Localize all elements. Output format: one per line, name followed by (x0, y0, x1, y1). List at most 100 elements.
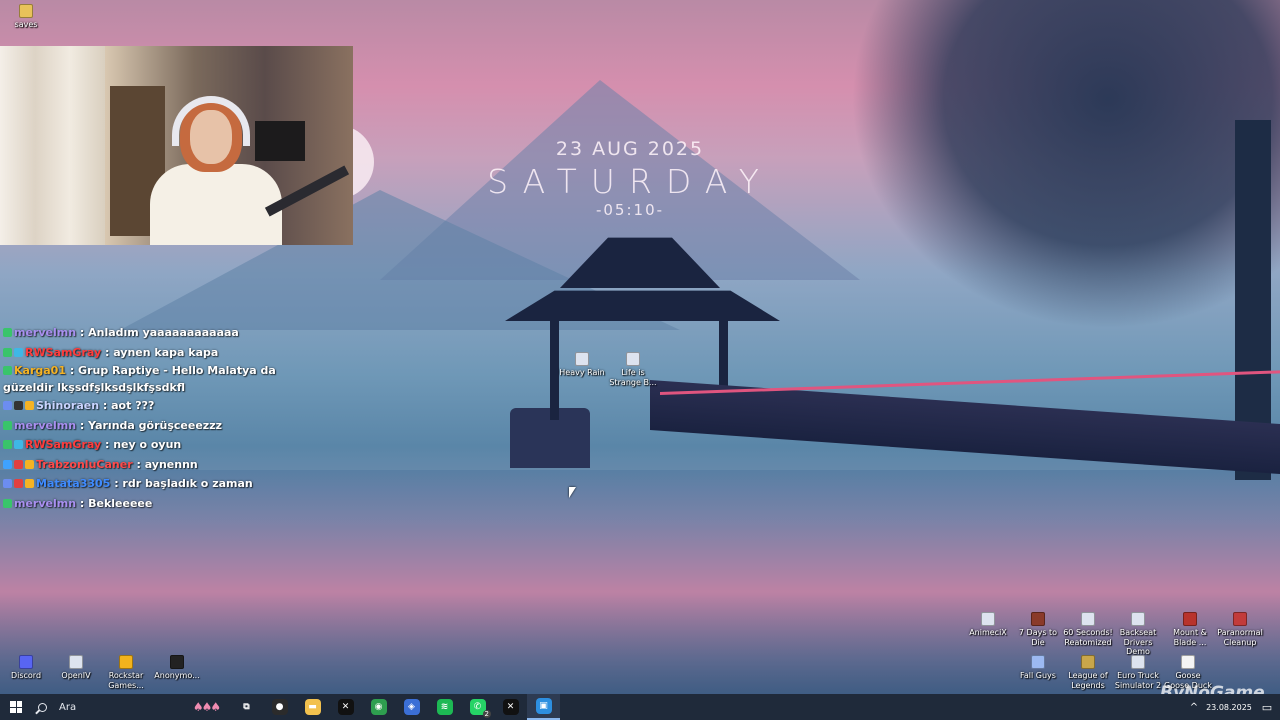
taskbar-date: 23.08.2025 (1206, 702, 1252, 712)
desktop-icon-anonymous[interactable]: Anonymo... (151, 655, 203, 681)
desktop-icon-animecix[interactable]: AnimeciX (962, 612, 1014, 638)
desktop-icon-mount-and-blade[interactable]: Mount & Blade ... (1164, 612, 1216, 647)
60-seconds-icon (1081, 612, 1095, 626)
clock-date: 23 AUG 2025 (555, 138, 705, 160)
chat-message: RWSamGray : aynen kapa kapa (3, 343, 293, 363)
chat-badge-icon (3, 366, 12, 375)
chat-username: mervelmn (14, 418, 77, 432)
chat-badge-icon (3, 459, 12, 469)
desktop-icon-label: League of Legends (1068, 671, 1108, 690)
chat-badge-icon (14, 401, 23, 410)
desktop-icon-60-seconds[interactable]: 60 Seconds! Reatomized (1062, 612, 1114, 647)
taskbar-app-button[interactable]: ⧉ (230, 694, 263, 720)
taskbar-app-button[interactable]: ✕ (329, 694, 362, 720)
desktop-icon-life-is-strange[interactable]: Life is Strange B... (607, 352, 659, 387)
clock-day: SATURDAY (487, 162, 773, 201)
anonymous-icon (170, 655, 184, 669)
league-of-legends-icon (1081, 655, 1095, 669)
desktop-icon-label: Backseat Drivers Demo (1119, 628, 1157, 656)
desktop-icon-paranormal-cleanup[interactable]: Paranormal Cleanup (1214, 612, 1266, 647)
taskbar-app-button[interactable]: ● (263, 694, 296, 720)
taskbar-app-button[interactable]: ▣ (527, 694, 560, 720)
desktop-icon-label: Paranormal Cleanup (1217, 628, 1263, 647)
headset-icon (172, 96, 250, 146)
webcam-person-body (150, 164, 282, 245)
rockstar-icon (119, 655, 133, 669)
chat-text: : aynen kapa kapa (104, 345, 219, 359)
chat-badge-icon (14, 347, 23, 357)
clock-time: -05:10- (595, 201, 665, 219)
desktop-icon-saves[interactable]: saves (0, 4, 52, 30)
7-days-to-die-icon (1031, 612, 1045, 626)
chat-message: Matata3305 : rdr başladık o zaman (3, 474, 293, 494)
desktop-icon-label: Rockstar Games... (108, 671, 144, 690)
obs-icon: ● (271, 699, 288, 715)
desktop-icon-label: OpenIV (61, 671, 91, 680)
life-is-strange-icon (626, 352, 640, 366)
chat-message: mervelmn : Bekleeeee (3, 494, 293, 514)
notification-icon[interactable]: ▭ (1254, 701, 1280, 714)
chat-message: Karga01 : Grup Raptiye - Hello Malatya d… (3, 362, 293, 396)
chat-badge-icon (3, 420, 12, 430)
chat-username: Shinoraen (36, 399, 100, 412)
folder-icon (19, 4, 33, 18)
chat-text: : aynennn (136, 457, 198, 471)
chrome-icon: ◉ (370, 699, 387, 715)
clock-widget: 23 AUG 2025 SATURDAY -05:10- (460, 138, 800, 219)
desktop-icon-backseat-drivers[interactable]: Backseat Drivers Demo (1112, 612, 1164, 657)
taskbar-apps: ⧉ ● ▬ ✕ ◉ ◈ ≋ ✆ 2 ✕ ▣ (230, 694, 560, 720)
desktop-icon-heavy-rain[interactable]: Heavy Rain (556, 352, 608, 378)
desktop-icon-fall-guys[interactable]: Fall Guys (1012, 655, 1064, 681)
chat-message: mervelmn : Yarında görüşceeezzz (3, 416, 293, 436)
backseat-drivers-icon (1131, 612, 1145, 626)
taskbar-app-button[interactable]: ✆ 2 (461, 694, 494, 720)
cursor-app-icon: ◈ (403, 699, 420, 715)
taskbar-app-button[interactable]: ◈ (395, 694, 428, 720)
desktop-icon-league-of-legends[interactable]: League of Legends (1062, 655, 1114, 690)
search-icon (38, 702, 47, 712)
desktop-icon-openiv[interactable]: OpenIV (50, 655, 102, 681)
heavy-rain-icon (575, 352, 589, 366)
animecix-icon (981, 612, 995, 626)
flamingo-search-highlight-icon[interactable]: ♠♠♠ (182, 694, 230, 720)
taskbar-app-button[interactable]: ▬ (296, 694, 329, 720)
desktop-icon-label: saves (14, 20, 38, 29)
desktop-icon-label: Life is Strange B... (609, 368, 657, 387)
taskbar-app-button[interactable]: ◉ (362, 694, 395, 720)
taskbar-app-button[interactable]: ✕ (494, 694, 527, 720)
chat-badge-icon (3, 401, 12, 410)
search-placeholder: Ara (59, 701, 77, 713)
desktop-icon-label: 7 Days to Die (1018, 628, 1058, 647)
file-explorer-icon: ▬ (304, 699, 321, 715)
desktop-icon-7-days-to-die[interactable]: 7 Days to Die (1012, 612, 1064, 647)
desktop-icon-label: Heavy Rain (559, 368, 605, 377)
desktop-icon-label: AnimeciX (969, 628, 1007, 637)
taskbar-search[interactable]: Ara (32, 694, 182, 720)
chat-badge-icon (25, 479, 34, 488)
capcut-icon: ✕ (337, 699, 354, 715)
webcam-overlay (0, 46, 353, 245)
taskbar-clock[interactable]: 23.08.2025 (1204, 702, 1254, 713)
desktop-icon-euro-truck-simulator[interactable]: Euro Truck Simulator 2 (1112, 655, 1164, 690)
system-tray: ^ 23.08.2025 ▭ (1184, 694, 1280, 720)
webcam-curtain (0, 46, 105, 245)
chat-badge-icon (14, 459, 23, 469)
chat-badge-icon (3, 328, 12, 337)
chat-username: RWSamGray (25, 345, 102, 359)
taskbar: Ara ♠♠♠ ⧉ ● ▬ ✕ ◉ ◈ ≋ ✆ 2 ✕ ▣ ^ 23.08.2025 ▭ (0, 694, 1280, 720)
chat-badge-icon (25, 401, 34, 410)
chat-username: RWSamGray (25, 438, 102, 451)
start-button[interactable] (0, 694, 32, 720)
desktop-icon-rockstar-games[interactable]: Rockstar Games... (100, 655, 152, 690)
mouse-cursor-icon (569, 487, 576, 498)
desktop-icon-label: Fall Guys (1020, 671, 1056, 680)
wallpaper-tree (850, 0, 1280, 330)
desktop-icon-discord[interactable]: Discord (0, 655, 52, 681)
chat-badge-icon (25, 459, 34, 469)
chat-text: : Bekleeeee (79, 496, 153, 510)
taskbar-app-button[interactable]: ≋ (428, 694, 461, 720)
tray-chevron-icon[interactable]: ^ (1184, 702, 1204, 713)
desktop-icon-label: Discord (10, 671, 42, 680)
chat-message: Shinoraen : aot ??? (3, 396, 293, 416)
wallpaper-bridge-rail (660, 370, 1280, 395)
